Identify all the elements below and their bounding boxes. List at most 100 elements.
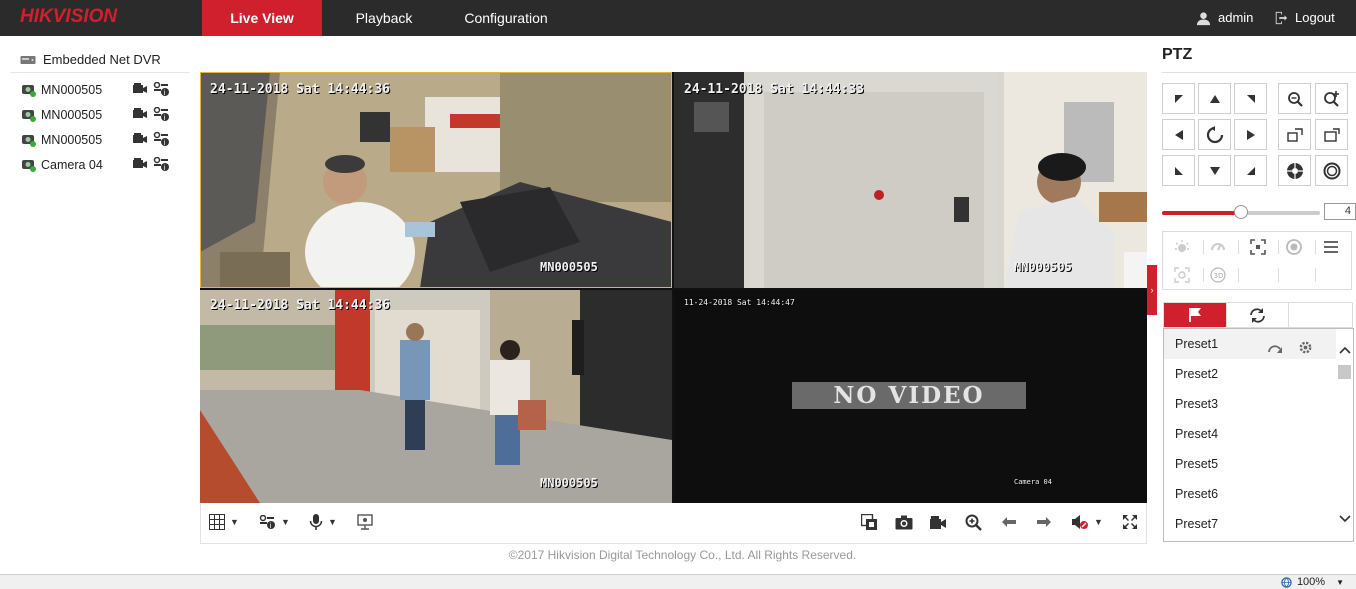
camera-name-overlay: Camera 04 [1014,478,1052,486]
browser-status-bar [0,574,1356,589]
collapse-panel-handle[interactable]: › [1147,265,1157,315]
iris-open-icon [1286,162,1303,179]
start-recording-icon[interactable] [132,107,148,123]
preset-item[interactable]: Preset5 [1164,449,1337,479]
zoom-in-icon [1324,91,1339,107]
zoom-in-button[interactable] [965,512,982,532]
record-button[interactable] [929,512,947,532]
digital-zoom-button[interactable] [357,512,373,532]
ptz-down-right-button[interactable] [1234,155,1267,186]
browser-zoom[interactable]: 100% ▼ [1281,576,1344,588]
camera-feed-image [200,72,672,288]
ptz-down-left-button[interactable] [1162,155,1195,186]
camera-online-icon [22,84,36,97]
menu-icon[interactable] [1320,236,1342,258]
tab-preset[interactable] [1164,303,1227,327]
camera-list-item[interactable]: MN000505 i [22,81,182,99]
capture-button[interactable] [895,512,913,532]
ptz-up-right-button[interactable] [1234,83,1267,114]
ptz-up-button[interactable] [1198,83,1231,114]
volume-button[interactable]: ▼ [1071,512,1103,532]
audio-button[interactable]: ▼ [309,512,337,532]
divider [1315,240,1316,254]
preset-item[interactable]: Preset6 [1164,479,1337,509]
preset-item[interactable]: Preset3 [1164,389,1337,419]
auxiliary-focus-icon[interactable] [1247,236,1269,258]
camera-list-item[interactable]: MN000505 i [22,106,182,124]
ptz-right-button[interactable] [1234,119,1267,150]
camera-online-icon [22,134,36,147]
fullscreen-button[interactable] [1122,512,1138,532]
camera-list-item[interactable]: Camera 04 i [22,156,182,174]
preset-item[interactable]: Preset1 [1164,329,1337,359]
ptz-up-left-button[interactable] [1162,83,1195,114]
next-page-button[interactable] [1036,512,1052,532]
focus-far-button[interactable] [1315,119,1348,150]
iris-open-button[interactable] [1278,155,1311,186]
chevron-down-icon[interactable] [1339,515,1351,523]
arrow-left-icon [1174,129,1183,140]
dvr-icon [20,55,36,64]
user-menu[interactable]: admin [1196,0,1253,36]
light-icon[interactable] [1171,236,1193,258]
stream-type-button[interactable]: i ▼ [259,512,290,532]
window-division-button[interactable]: ▼ [209,512,239,532]
arrow-right-icon [1246,129,1255,140]
preset-item[interactable]: Preset2 [1164,359,1337,389]
stream-settings-icon[interactable]: i [153,106,170,125]
manual-tracking-icon[interactable] [1171,264,1193,286]
ptz-speed-slider[interactable] [1162,205,1320,219]
video-tile-3[interactable]: 24-11-2018 Sat 14:44:36 MN000505 [200,290,672,503]
preset-item[interactable]: Preset7 [1164,509,1337,539]
zoom-out-button[interactable] [1278,83,1311,114]
ptz-aux-functions: 3D [1162,231,1352,290]
focus-near-button[interactable] [1278,119,1311,150]
start-recording-icon[interactable] [132,132,148,148]
logout-label: Logout [1295,10,1335,25]
logout-button[interactable]: Logout [1274,0,1335,36]
logout-icon [1275,11,1288,25]
camera-label: MN000505 [41,133,103,147]
preset-label: Preset6 [1175,487,1219,501]
zoom-in-button[interactable] [1315,83,1348,114]
chevron-down-icon: ▼ [1336,577,1344,587]
tab-patrol[interactable] [1227,303,1290,327]
digital-zoom-icon [357,514,373,530]
preset-item[interactable]: Preset4 [1164,419,1337,449]
svg-text:3D: 3D [1214,272,1224,280]
3d-zoom-icon[interactable]: 3D [1207,264,1229,286]
video-tile-4[interactable]: 11-24-2018 Sat 14:44:47 NO VIDEO Camera … [674,290,1147,503]
camera-online-icon [22,109,36,122]
preset-scrollbar[interactable] [1336,329,1353,541]
tab-pattern[interactable] [1289,303,1352,327]
iris-close-button[interactable] [1315,155,1348,186]
ptz-auto-scan-button[interactable] [1198,119,1231,150]
ptz-down-button[interactable] [1198,155,1231,186]
svg-text:i: i [164,139,166,147]
device-tree-root[interactable]: Embedded Net DVR [20,50,188,68]
start-recording-icon[interactable] [132,157,148,173]
camera-list-item[interactable]: MN000505 i [22,131,182,149]
scrollbar-thumb[interactable] [1338,365,1351,379]
previous-page-button[interactable] [1001,512,1017,532]
video-tile-1[interactable]: 24-11-2018 Sat 14:44:36 MN000505 [200,72,672,288]
chevron-up-icon[interactable] [1339,346,1351,354]
tab-live-view[interactable]: Live View [202,0,322,36]
tab-configuration[interactable]: Configuration [448,0,564,36]
ptz-left-button[interactable] [1162,119,1195,150]
start-recording-icon[interactable] [132,82,148,98]
tab-playback[interactable]: Playback [330,0,438,36]
stop-all-button[interactable] [861,512,878,532]
video-grid[interactable]: 24-11-2018 Sat 14:44:36 MN000505 24-11-2… [200,72,1147,503]
video-tile-2[interactable]: 24-11-2018 Sat 14:44:33 MN000505 [674,72,1147,288]
stream-settings-icon[interactable]: i [153,156,170,175]
iris-close-icon [1323,162,1340,179]
stream-settings-icon[interactable]: i [153,131,170,150]
timestamp-overlay: 24-11-2018 Sat 14:44:36 [210,298,391,313]
timestamp-overlay: 24-11-2018 Sat 14:44:36 [210,82,391,97]
chevron-down-icon: ▼ [230,517,239,527]
lens-initialization-icon[interactable] [1283,236,1305,258]
wiper-icon[interactable] [1207,236,1229,258]
stream-settings-icon[interactable]: i [153,81,170,100]
slider-handle[interactable] [1234,205,1248,219]
